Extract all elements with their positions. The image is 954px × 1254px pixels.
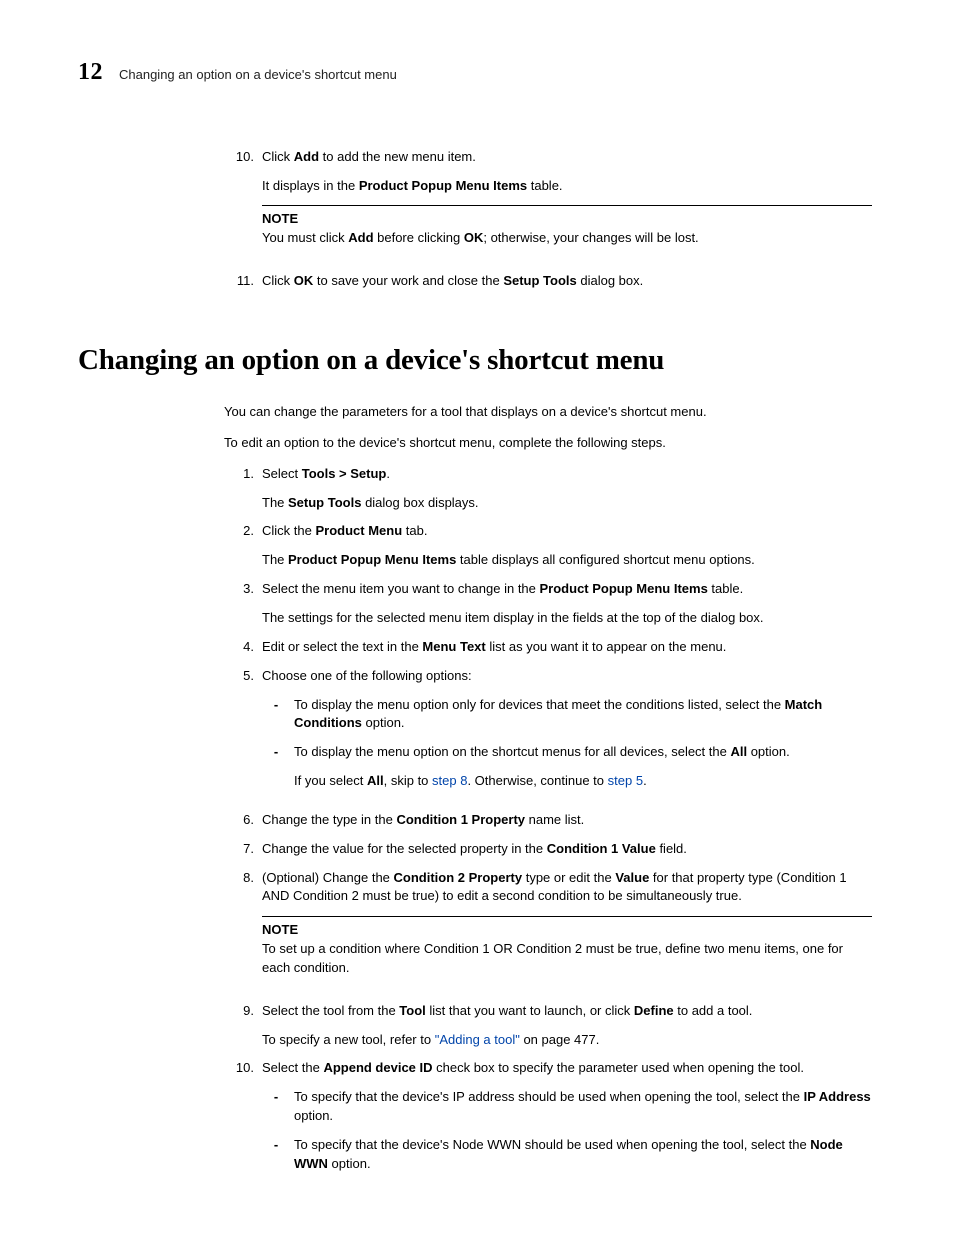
step-number: 1. [224,465,262,484]
step-number: 7. [224,840,262,859]
step-number: 3. [224,580,262,599]
sub: If you select All, skip to step 8. Other… [294,772,872,791]
prior-steps: 10. Click Add to add the new menu item. … [224,148,872,291]
step-4: 4. Edit or select the text in the Menu T… [224,638,872,657]
step-number: 11. [224,272,262,291]
section-heading: Changing an option on a device's shortcu… [78,339,872,381]
section-body: You can change the parameters for a tool… [224,403,872,1184]
step-8: 8. (Optional) Change the Condition 2 Pro… [224,869,872,992]
text: Click Add to add the new menu item. [262,149,476,164]
page: 12 Changing an option on a device's shor… [0,0,954,1254]
note-label: NOTE [262,921,872,940]
step-6: 6. Change the type in the Condition 1 Pr… [224,811,872,830]
dash-icon: - [262,696,294,715]
step-number: 6. [224,811,262,830]
prior-step-10: 10. Click Add to add the new menu item. … [224,148,872,262]
running-header: 12 Changing an option on a device's shor… [78,55,872,90]
link-step-5[interactable]: step 5 [608,773,643,788]
step-7: 7. Change the value for the selected pro… [224,840,872,859]
link-step-8[interactable]: step 8 [432,773,467,788]
bullet: - To specify that the device's Node WWN … [262,1136,872,1174]
step-1: 1. Select Tools > Setup. The Setup Tools… [224,465,872,513]
step-number: 5. [224,667,262,686]
step-number: 4. [224,638,262,657]
step-number: 10. [224,148,262,167]
note-block: NOTE To set up a condition where Conditi… [262,916,872,978]
step-2: 2. Click the Product Menu tab. The Produ… [224,522,872,570]
text: Choose one of the following options: [262,668,472,683]
dash-icon: - [262,1088,294,1107]
sub: The Product Popup Menu Items table displ… [262,551,872,570]
step-10-bullets: - To specify that the device's IP addres… [262,1088,872,1173]
steps-list: 1. Select Tools > Setup. The Setup Tools… [224,465,872,1184]
sub: To specify a new tool, refer to "Adding … [262,1031,872,1050]
bullet: - To display the menu option only for de… [262,696,872,734]
sub: The settings for the selected menu item … [262,609,872,628]
step-number: 2. [224,522,262,541]
step-5: 5. Choose one of the following options: … [224,667,872,801]
step-9: 9. Select the tool from the Tool list th… [224,1002,872,1050]
chapter-number: 12 [78,55,103,90]
intro-p1: You can change the parameters for a tool… [224,403,872,422]
sub: The Setup Tools dialog box displays. [262,494,872,513]
step-number: 8. [224,869,262,888]
note-label: NOTE [262,210,872,229]
step-10: 10. Select the Append device ID check bo… [224,1059,872,1183]
bullet: - To display the menu option on the shor… [262,743,872,791]
note-text: To set up a condition where Condition 1 … [262,940,872,978]
link-adding-a-tool[interactable]: "Adding a tool" [435,1032,520,1047]
step-number: 9. [224,1002,262,1021]
sub: It displays in the Product Popup Menu It… [262,177,872,196]
step-number: 10. [224,1059,262,1078]
bullet: - To specify that the device's IP addres… [262,1088,872,1126]
note-block: NOTE You must click Add before clicking … [262,205,872,248]
step-3: 3. Select the menu item you want to chan… [224,580,872,628]
step-5-bullets: - To display the menu option only for de… [262,696,872,791]
dash-icon: - [262,1136,294,1155]
running-title: Changing an option on a device's shortcu… [119,66,397,85]
prior-list: 10. Click Add to add the new menu item. … [224,148,872,291]
dash-icon: - [262,743,294,762]
prior-step-11: 11. Click OK to save your work and close… [224,272,872,291]
note-text: You must click Add before clicking OK; o… [262,229,872,248]
intro-p2: To edit an option to the device's shortc… [224,434,872,453]
